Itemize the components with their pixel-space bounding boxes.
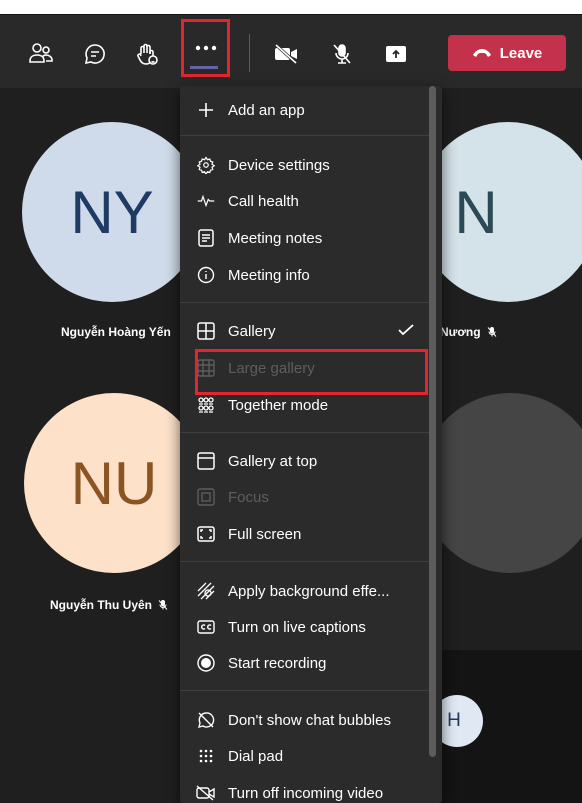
share-icon[interactable]: [382, 40, 410, 68]
mic-off-icon: [487, 327, 496, 337]
leave-label: Leave: [499, 44, 543, 62]
chat-bubbles-off-icon: [196, 710, 216, 730]
menu-item-full-screen[interactable]: Full screen: [180, 516, 428, 552]
chat-icon[interactable]: [81, 40, 109, 68]
menu-divider: [180, 135, 430, 136]
leave-button[interactable]: Leave: [448, 35, 566, 71]
toolbar-divider: [249, 34, 250, 72]
menu-item-dial-pad[interactable]: Dial pad: [180, 738, 428, 774]
info-icon: [196, 265, 216, 285]
menu-scrollbar[interactable]: [429, 86, 436, 757]
menu-divider: [180, 690, 430, 691]
menu-item-label: Meeting info: [228, 266, 310, 284]
gallery-icon: [196, 321, 216, 341]
menu-item-label: Turn off incoming video: [228, 784, 384, 802]
gear-icon: [196, 155, 216, 175]
menu-item-label: Together mode: [228, 396, 329, 414]
participant-name-label: Nương: [440, 325, 481, 339]
menu-item-live-captions[interactable]: Turn on live captions: [180, 609, 428, 645]
active-indicator: [190, 66, 218, 69]
menu-item-background-effects[interactable]: Apply background effe...: [180, 573, 428, 609]
menu-divider: [180, 432, 430, 433]
menu-item-chat-bubbles[interactable]: Don't show chat bubbles: [180, 702, 428, 738]
menu-divider: [180, 561, 430, 562]
menu-item-device-settings[interactable]: Device settings: [180, 147, 428, 183]
menu-item-label: Gallery: [228, 322, 276, 340]
together-mode-icon: [196, 395, 216, 415]
menu-item-label: Add an app: [228, 101, 305, 119]
menu-divider: [180, 302, 430, 303]
more-actions-menu: Add an app Device settings Call health M…: [180, 86, 442, 803]
menu-item-gallery-at-top[interactable]: Gallery at top: [180, 443, 428, 479]
menu-item-label: Full screen: [228, 525, 302, 543]
menu-item-meeting-info[interactable]: Meeting info: [180, 257, 428, 293]
raise-hand-icon[interactable]: [133, 40, 161, 68]
participant-name-label: Nguyễn Thu Uyên: [50, 598, 153, 612]
dial-pad-icon: [196, 746, 216, 766]
menu-item-focus: Focus: [180, 479, 428, 515]
focus-icon: [196, 487, 216, 507]
more-actions-icon: [195, 45, 216, 51]
avatar-initials: N: [454, 178, 498, 246]
video-off-icon: [196, 783, 216, 803]
phone-hangup-icon: [472, 49, 491, 57]
participants-icon[interactable]: [27, 40, 55, 68]
menu-item-label: Start recording: [228, 654, 327, 672]
mic-off-icon: [158, 600, 168, 610]
menu-item-label: Call health: [228, 192, 299, 210]
captions-icon: [196, 617, 216, 637]
participant-name: Nguyễn Hoàng Yến: [61, 325, 171, 339]
top-margin: [0, 0, 582, 15]
menu-item-label: Focus: [228, 488, 269, 506]
plus-icon: [196, 100, 216, 120]
full-screen-icon: [196, 524, 216, 544]
highlight-box: [195, 349, 428, 395]
checkmark-icon: [398, 323, 414, 340]
menu-item-call-health[interactable]: Call health: [180, 183, 428, 219]
avatar-initials: NY: [70, 178, 154, 246]
menu-item-start-recording[interactable]: Start recording: [180, 645, 428, 681]
avatar-initials: H: [447, 710, 461, 731]
camera-off-icon[interactable]: [272, 40, 300, 68]
menu-item-label: Dial pad: [228, 747, 284, 765]
menu-item-label: Don't show chat bubbles: [228, 711, 391, 729]
avatar-initials: NU: [70, 449, 158, 517]
meeting-window: Leave NY Nguyễn Hoàng Yến N Nương NU Ngu…: [0, 0, 582, 803]
participant-name: Nguyễn Thu Uyên: [50, 598, 169, 612]
mic-off-icon[interactable]: [328, 40, 356, 68]
participant-name: Nương: [440, 325, 498, 339]
avatar: NU: [24, 393, 204, 573]
menu-item-label: Meeting notes: [228, 229, 323, 247]
menu-item-meeting-notes[interactable]: Meeting notes: [180, 220, 428, 256]
menu-item-add-an-app[interactable]: Add an app: [180, 92, 428, 128]
participant-name-label: Nguyễn Hoàng Yến: [61, 325, 171, 339]
notes-icon: [196, 228, 216, 248]
menu-item-label: Gallery at top: [228, 452, 318, 470]
menu-item-gallery[interactable]: Gallery: [180, 313, 428, 349]
pulse-icon: [196, 191, 216, 211]
menu-item-label: Apply background effe...: [228, 582, 390, 600]
menu-item-incoming-video[interactable]: Turn off incoming video: [180, 775, 428, 803]
menu-item-label: Device settings: [228, 156, 330, 174]
background-effects-icon: [196, 581, 216, 601]
record-icon: [196, 653, 216, 673]
avatar: NY: [22, 122, 202, 302]
menu-item-label: Turn on live captions: [228, 618, 366, 636]
gallery-at-top-icon: [196, 451, 216, 471]
